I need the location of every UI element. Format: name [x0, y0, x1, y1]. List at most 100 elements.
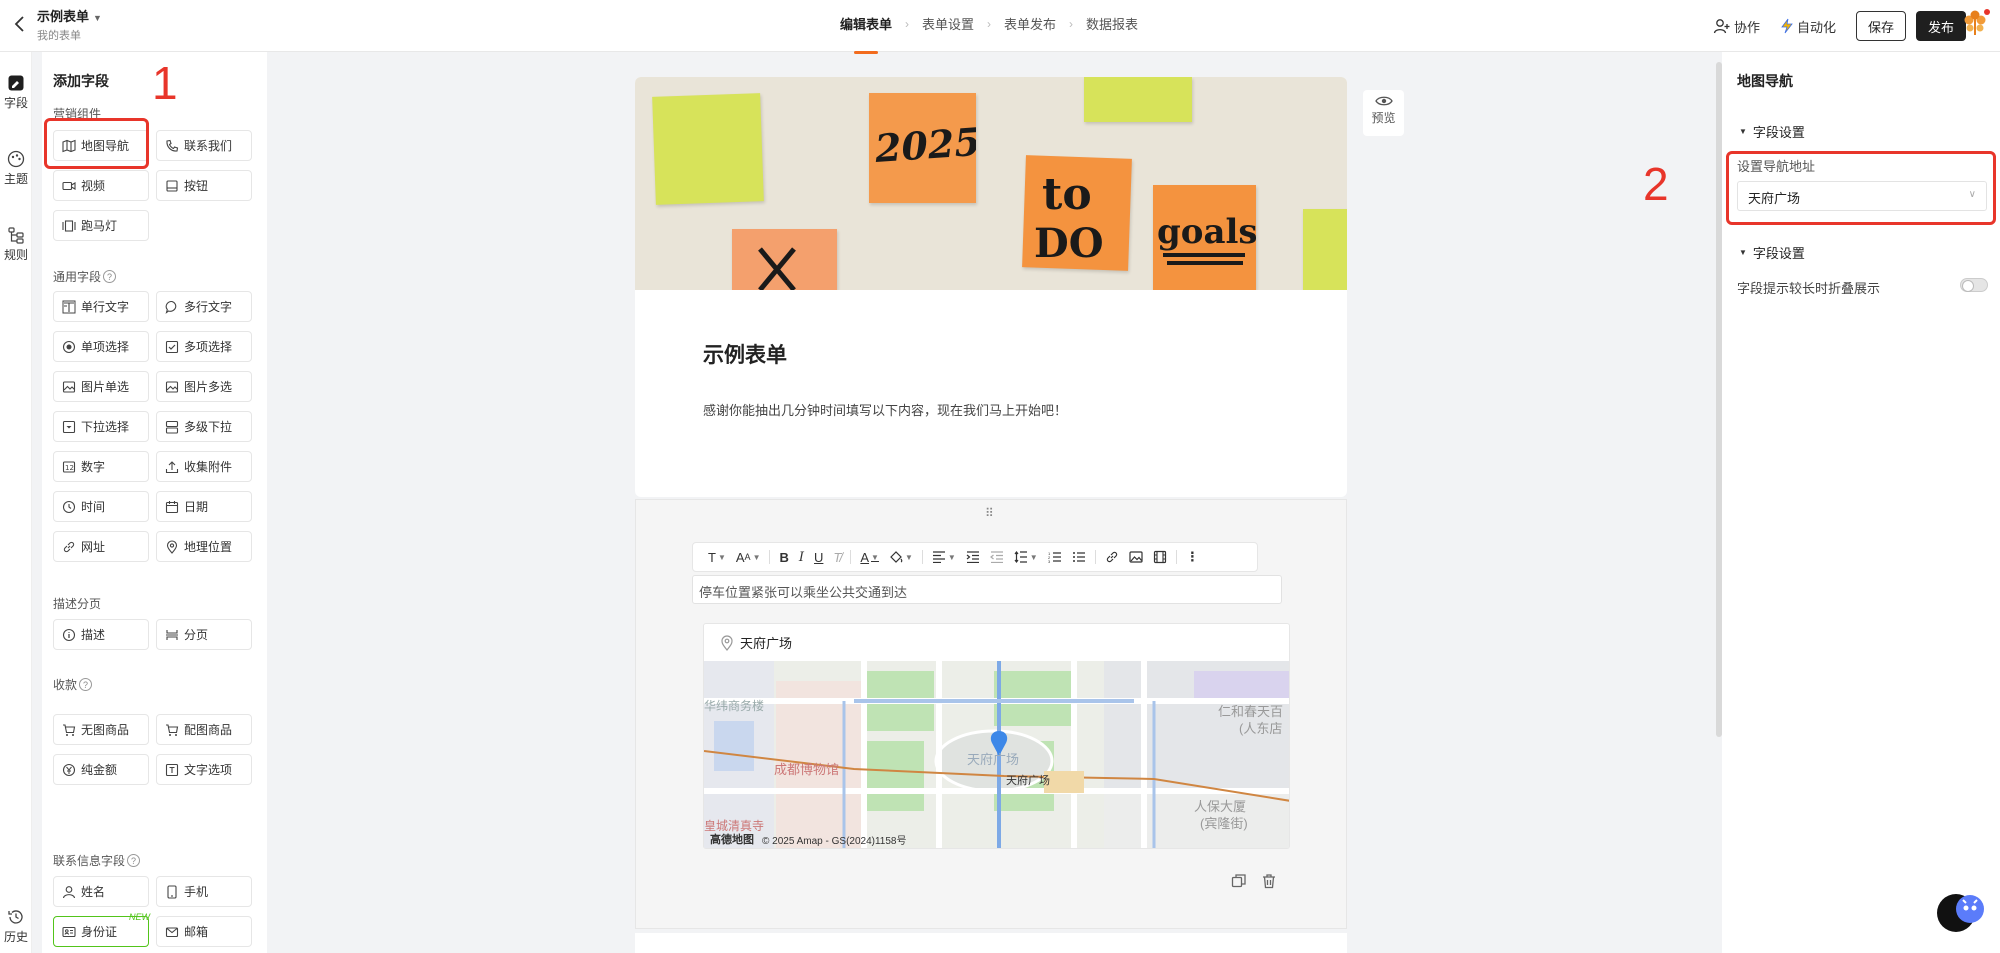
toolbar-divider — [1175, 550, 1177, 564]
text-box-icon — [165, 763, 179, 776]
section-contact: 联系信息字段? — [53, 852, 141, 869]
section-general: 通用字段? — [53, 268, 117, 285]
clock-icon — [62, 500, 76, 513]
field-goods-with-image[interactable]: 配图商品 — [156, 714, 252, 745]
map-field-card[interactable]: ⠿ T ▼ A A ▼ B I U T̸ A ▼ ▼ ▼ ▼ 123 ⋮ 停车位置紧张可… — [635, 499, 1347, 929]
field-single-choice[interactable]: 单项选择 — [53, 331, 149, 362]
page-break-icon — [166, 629, 178, 640]
underline-button[interactable]: U — [809, 550, 828, 565]
help-icon[interactable]: ? — [103, 270, 117, 283]
field-image-multi[interactable]: 图片多选 — [156, 371, 252, 402]
bold-button[interactable]: B — [774, 550, 793, 565]
field-dropdown[interactable]: 下拉选择 — [53, 411, 149, 442]
text-style-button[interactable]: T ▼ — [703, 550, 731, 565]
field-image-single[interactable]: 图片单选 — [53, 371, 149, 402]
link-icon — [1106, 551, 1117, 563]
field-multi-choice[interactable]: 多项选择 — [156, 331, 252, 362]
outdent-button[interactable] — [985, 551, 1009, 563]
automation-button[interactable]: 自动化 — [1780, 17, 1836, 36]
highlight-color-button[interactable]: ▼ — [884, 550, 918, 564]
field-desc[interactable]: 描述 — [53, 619, 149, 650]
field-name[interactable]: 姓名 — [53, 876, 149, 907]
insert-video-button[interactable] — [1148, 550, 1172, 564]
link-button[interactable] — [1100, 550, 1124, 564]
id-card-icon — [62, 926, 76, 937]
field-mobile[interactable]: 手机 — [156, 876, 252, 907]
step-data-report[interactable]: 数据报表 — [1086, 14, 1138, 33]
trash-icon[interactable] — [1261, 873, 1277, 889]
collab-button[interactable]: 协作 — [1713, 17, 1760, 36]
next-field-card — [635, 933, 1347, 953]
field-amount[interactable]: 纯金额 — [53, 754, 149, 785]
ordered-list-button[interactable]: 123 — [1043, 551, 1067, 563]
bullet-list-button[interactable] — [1067, 551, 1091, 563]
fold-hint-toggle[interactable] — [1960, 278, 1988, 292]
field-contact-us[interactable]: 联系我们 — [156, 130, 252, 161]
rail-item-fields[interactable]: 字段 — [0, 74, 32, 111]
preview-button[interactable]: 预览 — [1363, 90, 1404, 136]
copy-icon[interactable] — [1231, 873, 1247, 889]
triangle-down-icon: ▼ — [1739, 248, 1747, 257]
section-field-settings-toggle[interactable]: ▼ 字段设置 — [1739, 243, 1805, 262]
publish-button[interactable]: 发布 — [1916, 11, 1966, 41]
field-marquee[interactable]: 跑马灯 — [53, 210, 149, 241]
field-button[interactable]: 按钮 — [156, 170, 252, 201]
image-icon — [1129, 551, 1143, 563]
font-color-button[interactable]: A ▼ — [855, 550, 884, 565]
drag-handle-icon[interactable]: ⠿ — [985, 506, 995, 520]
field-date[interactable]: 日期 — [156, 491, 252, 522]
rich-text-toolbar: T ▼ A A ▼ B I U T̸ A ▼ ▼ ▼ ▼ 123 ⋮ — [692, 542, 1258, 572]
field-time[interactable]: 时间 — [53, 491, 149, 522]
font-size-button[interactable]: A A ▼ — [731, 550, 766, 565]
map-description-input[interactable]: 停车位置紧张可以乘坐公共交通到达 — [692, 575, 1282, 604]
note-goals-text: goals — [1157, 212, 1256, 265]
field-url[interactable]: 网址 — [53, 531, 149, 562]
step-edit-form[interactable]: 编辑表单 — [840, 14, 892, 54]
help-icon[interactable]: ? — [79, 678, 93, 691]
help-icon[interactable]: ? — [127, 854, 141, 867]
rail-item-history[interactable]: 历史 — [0, 908, 32, 945]
step-form-settings[interactable]: 表单设置 — [922, 14, 974, 33]
app-logo-icon[interactable] — [1960, 8, 1990, 38]
assistant-bot-icon — [1956, 895, 1984, 923]
back-arrow-icon[interactable] — [8, 12, 32, 36]
insert-image-button[interactable] — [1124, 550, 1148, 564]
rail-item-theme[interactable]: 主题 — [0, 150, 32, 187]
field-text-option[interactable]: 文字选项 — [156, 754, 252, 785]
field-page-break[interactable]: 分页 — [156, 619, 252, 650]
indent-button[interactable] — [961, 551, 985, 563]
map-view[interactable]: 华纬商务楼 成都博物馆 天府广场 天府广场 仁和春天百 (人东店 人保大厦 (宾… — [704, 661, 1289, 848]
step-form-publish[interactable]: 表单发布 — [1004, 14, 1056, 33]
field-email[interactable]: 邮箱 — [156, 916, 252, 947]
marquee-icon — [62, 219, 76, 232]
location-pin-icon — [166, 539, 178, 554]
note-todo-text: toDO — [1034, 169, 1104, 267]
form-title[interactable]: 示例表单 — [703, 339, 787, 369]
italic-button[interactable]: I — [794, 550, 809, 565]
field-cascade-dropdown[interactable]: 多级下拉 — [156, 411, 252, 442]
field-single-text[interactable]: 单行文字 — [53, 291, 149, 322]
field-number[interactable]: 12 数字 — [53, 451, 149, 482]
line-height-button[interactable]: ▼ — [1009, 551, 1043, 563]
field-location[interactable]: 地理位置 — [156, 531, 252, 562]
field-multi-text[interactable]: 多行文字 — [156, 291, 252, 322]
clear-format-button[interactable]: T̸ — [828, 550, 846, 565]
save-button[interactable]: 保存 — [1856, 11, 1906, 41]
field-attachment[interactable]: 收集附件 — [156, 451, 252, 482]
rail-item-rules[interactable]: 规则 — [0, 226, 32, 263]
palette-icon — [7, 150, 25, 168]
more-options-icon[interactable]: ⋮ — [1181, 549, 1204, 565]
ordered-list-icon: 123 — [1048, 551, 1061, 563]
map-label: 华纬商务楼 — [704, 699, 765, 713]
field-video[interactable]: 视频 — [53, 170, 149, 201]
map-address-bar: 天府广场 — [704, 624, 1289, 661]
section-field-settings-toggle[interactable]: ▼ 字段设置 — [1739, 122, 1805, 141]
map-widget[interactable]: 天府广场 华纬商务楼 成都博物馆 天府广场 天府广场 仁和春天百 (人东店 人保… — [703, 623, 1290, 849]
field-goods-no-image[interactable]: 无图商品 — [53, 714, 149, 745]
map-brand: 高德地图 — [710, 834, 754, 846]
field-id-card[interactable]: 身份证 NEW — [53, 912, 150, 947]
form-description[interactable]: 感谢你能抽出几分钟时间填写以下内容，现在我们马上开始吧！ — [703, 400, 1067, 419]
svg-text:2025: 2025 — [872, 119, 976, 171]
align-button[interactable]: ▼ — [927, 551, 961, 563]
form-title-dropdown[interactable]: 示例表单 ▼ — [37, 6, 102, 25]
